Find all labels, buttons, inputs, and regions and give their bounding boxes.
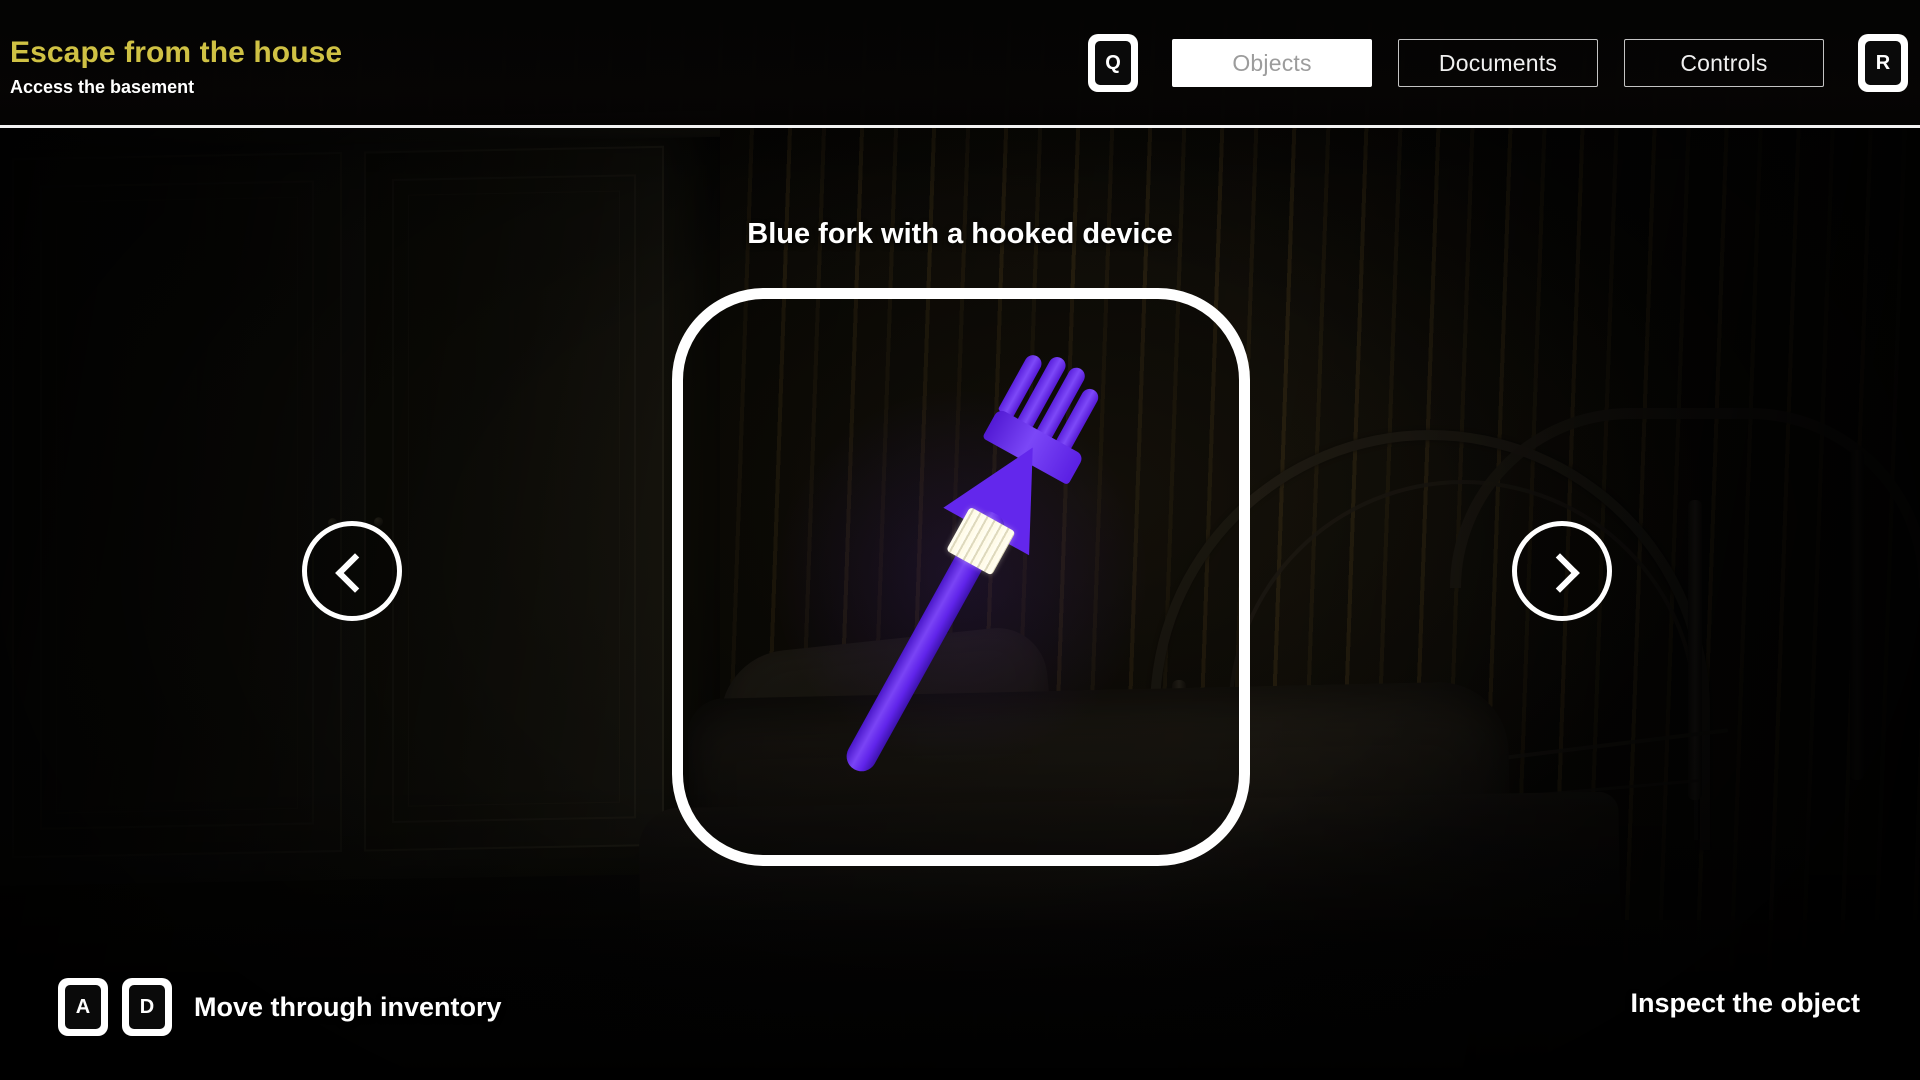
reload-key-label: R: [1863, 39, 1903, 87]
object-name: Blue fork with a hooked device: [747, 218, 1173, 250]
move-hint: A D Move through inventory: [58, 978, 502, 1036]
key-a-label: A: [63, 983, 103, 1031]
tab-documents[interactable]: Documents: [1398, 39, 1598, 87]
header-bar: Escape from the house Access the basemen…: [0, 0, 1920, 126]
item-display-frame: [672, 288, 1250, 866]
key-badge-a[interactable]: A: [58, 978, 108, 1036]
move-hint-label: Move through inventory: [194, 991, 502, 1022]
reload-key-badge[interactable]: R: [1858, 34, 1908, 92]
key-d-label: D: [127, 983, 167, 1031]
objective-text: Access the basement: [10, 77, 195, 97]
game-title: Escape from the house: [10, 36, 343, 69]
game-screen: Escape from the house Access the basemen…: [0, 0, 1920, 1080]
title-block: Escape from the house Access the basemen…: [10, 36, 342, 98]
key-badge-d[interactable]: D: [122, 978, 172, 1036]
chevron-right-icon: [1547, 556, 1577, 586]
inventory-key-label: Q: [1093, 39, 1133, 87]
previous-item-button[interactable]: [302, 521, 402, 621]
header-nav: Q Objects Documents Controls R: [1088, 30, 1908, 96]
next-item-button[interactable]: [1512, 521, 1612, 621]
inventory-key-badge[interactable]: Q: [1088, 34, 1138, 92]
tab-objects[interactable]: Objects: [1172, 39, 1372, 87]
header-divider: [0, 125, 1920, 128]
chevron-left-icon: [337, 556, 367, 586]
inspect-hint-label: Inspect the object: [1630, 988, 1860, 1018]
tab-controls[interactable]: Controls: [1624, 39, 1824, 87]
